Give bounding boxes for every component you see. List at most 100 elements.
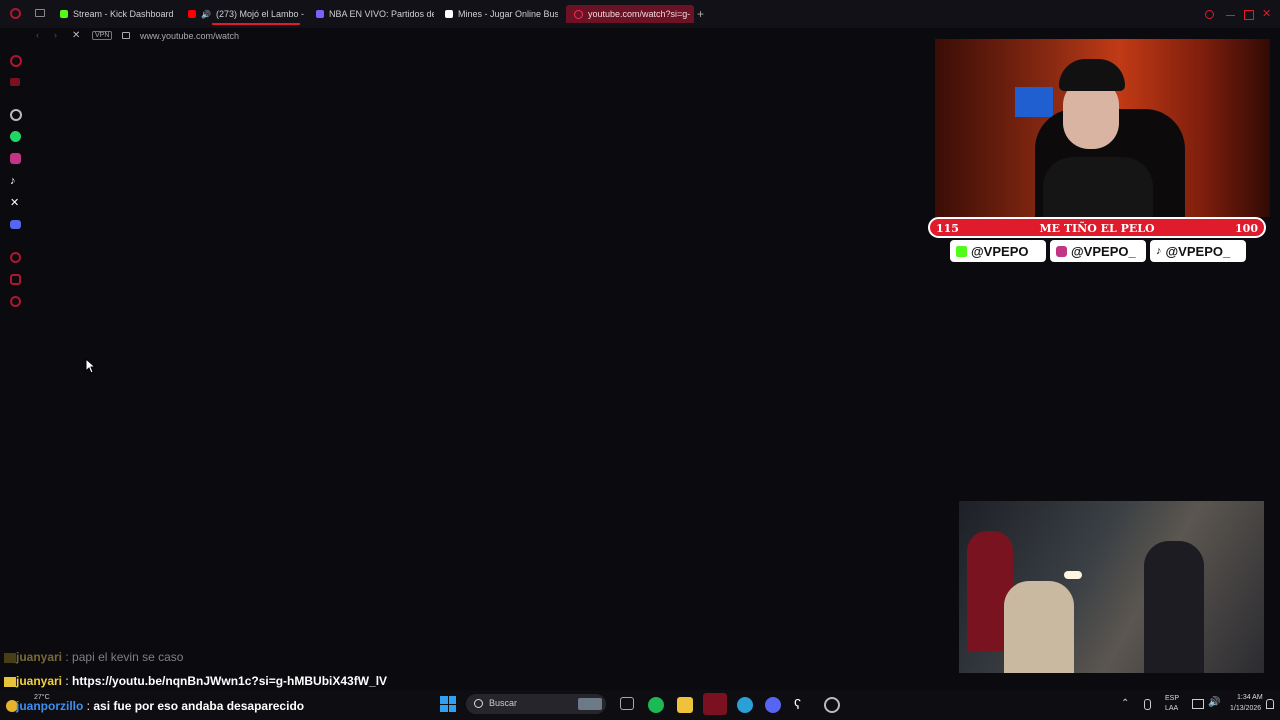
tab-label: youtube.com/watch?si=g- bbox=[588, 9, 691, 19]
discord-taskbar-icon[interactable] bbox=[765, 697, 781, 713]
notification-bell-icon[interactable] bbox=[1266, 699, 1274, 709]
tab-label: (273) Mojó el Lambo - bbox=[215, 9, 305, 19]
tab-youtube-loading[interactable]: youtube.com/watch?si=g- bbox=[566, 5, 694, 23]
dark-figure bbox=[1144, 541, 1204, 673]
chat-user: juanyari bbox=[16, 650, 63, 664]
new-tab-button[interactable]: + bbox=[697, 7, 704, 21]
goal-bar: 115 ME TIÑO EL PELO 100 bbox=[928, 217, 1266, 238]
crown-badge-icon bbox=[4, 676, 16, 687]
crown-badge-icon bbox=[4, 652, 16, 663]
kick-icon bbox=[60, 10, 68, 18]
search-icon bbox=[474, 699, 483, 708]
close-icon[interactable]: ✕ bbox=[1262, 7, 1271, 20]
chat-message: juanporzillo : asi fue por eso andaba de… bbox=[16, 699, 304, 713]
tab-menu-icon[interactable] bbox=[35, 9, 45, 17]
youtube-icon bbox=[188, 10, 196, 18]
tab-label: Stream - Kick Dashboard bbox=[73, 9, 174, 19]
video-preview bbox=[959, 501, 1264, 673]
social-tiktok: ♪ @VPEPO_ bbox=[1150, 240, 1246, 262]
vpn-badge[interactable]: VPN bbox=[92, 31, 113, 40]
tab-audio-progress bbox=[212, 23, 300, 25]
loading-spinner-icon bbox=[574, 9, 583, 19]
opera-logo-icon[interactable] bbox=[10, 8, 21, 19]
tab-label: Mines - Jugar Online Bus bbox=[458, 9, 558, 19]
mouse-cursor-icon bbox=[85, 358, 95, 374]
tiktok-icon[interactable]: ♪ bbox=[10, 175, 16, 187]
telegram-icon[interactable] bbox=[737, 697, 753, 713]
instagram-icon bbox=[1056, 245, 1067, 257]
network-icon[interactable] bbox=[1192, 699, 1204, 709]
social-handle: @VPEPO bbox=[971, 243, 1029, 259]
chat-separator: : bbox=[62, 650, 73, 664]
chat-user: juanporzillo bbox=[16, 699, 84, 713]
monitor-shape bbox=[1015, 87, 1053, 117]
stop-loading-icon[interactable]: ✕ bbox=[72, 30, 80, 41]
chat-message: juanyari : papi el kevin se caso bbox=[4, 650, 183, 664]
social-instagram: @VPEPO_ bbox=[1050, 240, 1146, 262]
search-tabs-icon[interactable] bbox=[1205, 10, 1214, 19]
url-field[interactable]: www.youtube.com/watch bbox=[140, 31, 239, 41]
streamer-shirt bbox=[1043, 157, 1153, 217]
aria-icon[interactable] bbox=[10, 55, 22, 67]
browser-tab-bar: Stream - Kick Dashboard 🔊 (273) Mojó el … bbox=[0, 0, 1280, 28]
obs-taskbar-icon[interactable] bbox=[824, 697, 840, 713]
chatgpt-icon[interactable] bbox=[10, 109, 22, 121]
spotify-icon[interactable] bbox=[648, 697, 664, 713]
light-spot bbox=[1064, 571, 1082, 579]
address-bar: ‹ › ✕ VPN www.youtube.com/watch bbox=[30, 28, 930, 46]
x-twitter-icon[interactable]: ✕ bbox=[10, 196, 19, 209]
kick-icon bbox=[956, 245, 967, 257]
streamer-cap bbox=[1059, 59, 1125, 91]
history-icon[interactable] bbox=[10, 252, 21, 263]
bookmarks-icon[interactable] bbox=[10, 274, 21, 285]
clock-date[interactable]: 1/13/2026 bbox=[1230, 705, 1261, 712]
microphone-icon[interactable] bbox=[1144, 699, 1151, 710]
forward-icon[interactable]: › bbox=[54, 30, 57, 40]
goal-right-count: 100 bbox=[1235, 222, 1258, 235]
chat-user: juanyari bbox=[16, 674, 63, 688]
chat-separator: : bbox=[62, 674, 73, 688]
chat-separator: : bbox=[83, 699, 94, 713]
chat-text: papi el kevin se caso bbox=[72, 650, 184, 664]
file-explorer-icon[interactable] bbox=[677, 697, 693, 713]
discord-icon[interactable] bbox=[10, 220, 21, 229]
social-kick: @VPEPO bbox=[950, 240, 1046, 262]
settings-icon[interactable] bbox=[10, 296, 21, 307]
chat-text: https://youtu.be/nqnBnJWwn1c?si=g-hMBUbi… bbox=[72, 674, 388, 688]
tab-label: NBA EN VIVO: Partidos de bbox=[329, 9, 434, 19]
speaker-icon: 🔊 bbox=[201, 9, 211, 19]
tab-kick-dashboard[interactable]: Stream - Kick Dashboard bbox=[60, 5, 175, 23]
stake-icon bbox=[445, 10, 453, 18]
maximize-icon[interactable] bbox=[1244, 10, 1254, 20]
volume-icon[interactable]: 🔊 bbox=[1208, 697, 1220, 708]
clock-time[interactable]: 1:34 AM bbox=[1237, 694, 1263, 701]
search-placeholder: Buscar bbox=[489, 698, 518, 708]
tab-nba-en-vivo[interactable]: NBA EN VIVO: Partidos de bbox=[316, 5, 434, 23]
social-handle: @VPEPO_ bbox=[1165, 243, 1231, 259]
chat-text: asi fue por eso andaba desaparecido bbox=[93, 699, 305, 713]
tab-mines[interactable]: Mines - Jugar Online Bus bbox=[445, 5, 558, 23]
minimize-icon[interactable] bbox=[1226, 15, 1235, 16]
nba-icon bbox=[316, 10, 324, 18]
task-view-icon[interactable] bbox=[620, 697, 634, 710]
browser-sidebar: ♪ ✕ bbox=[0, 28, 32, 668]
webcam-feed bbox=[935, 39, 1270, 217]
app-taskbar-icon[interactable]: ʕ bbox=[794, 696, 801, 712]
gx-control-icon[interactable] bbox=[10, 78, 20, 86]
taskbar-search[interactable]: Buscar bbox=[466, 694, 606, 714]
white-figure bbox=[1004, 581, 1074, 673]
goal-title: ME TIÑO EL PELO bbox=[1039, 222, 1155, 235]
whatsapp-icon[interactable] bbox=[10, 131, 21, 142]
tray-overflow-icon[interactable]: ⌃ bbox=[1121, 698, 1129, 709]
tab-youtube-video[interactable]: 🔊 (273) Mojó el Lambo - bbox=[188, 5, 306, 23]
language-indicator-2[interactable]: LAA bbox=[1165, 705, 1178, 712]
chat-message: juanyari : https://youtu.be/nqnBnJWwn1c?… bbox=[4, 674, 387, 688]
opera-gx-taskbar-icon[interactable] bbox=[703, 693, 727, 715]
instagram-icon[interactable] bbox=[10, 153, 21, 164]
back-icon[interactable]: ‹ bbox=[36, 30, 39, 40]
search-highlight-icon bbox=[578, 698, 602, 710]
lock-icon bbox=[122, 32, 130, 39]
language-indicator-1[interactable]: ESP bbox=[1165, 695, 1179, 702]
social-handle: @VPEPO_ bbox=[1071, 243, 1136, 259]
start-button[interactable] bbox=[440, 696, 456, 712]
